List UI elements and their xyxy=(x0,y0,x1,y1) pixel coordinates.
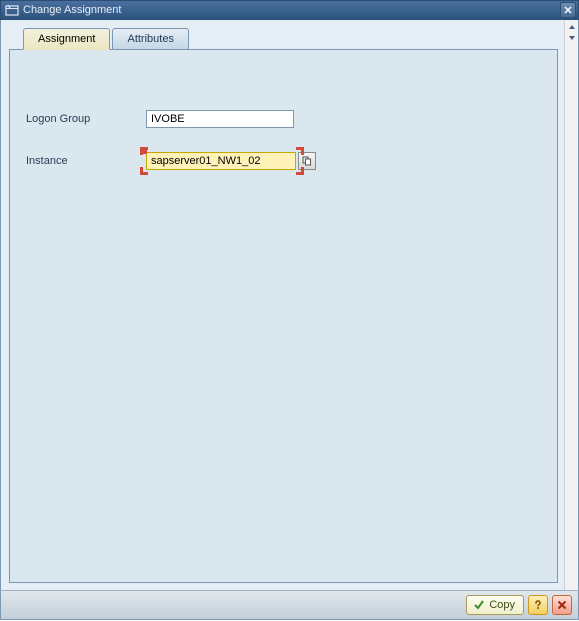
instance-input[interactable] xyxy=(146,152,296,170)
tab-attributes[interactable]: Attributes xyxy=(112,28,188,50)
change-assignment-window: Change Assignment Assignment Attributes … xyxy=(0,0,579,621)
vertical-scroll-strip xyxy=(564,20,578,590)
instance-label: Instance xyxy=(26,155,146,167)
tab-assignment[interactable]: Assignment xyxy=(23,28,110,50)
row-logon-group: Logon Group xyxy=(26,110,541,128)
copy-button[interactable]: Copy xyxy=(466,595,524,615)
close-button[interactable] xyxy=(560,2,576,18)
instance-field-wrap xyxy=(146,152,316,170)
tab-attributes-label: Attributes xyxy=(127,33,173,45)
footer-toolbar: Copy xyxy=(0,590,579,620)
window-icon xyxy=(5,3,19,17)
tab-content: Logon Group Instance xyxy=(9,49,558,583)
logon-group-label: Logon Group xyxy=(26,113,146,125)
main-panel: Assignment Attributes Logon Group Instan… xyxy=(1,20,564,590)
row-instance: Instance xyxy=(26,152,541,170)
content-area: Assignment Attributes Logon Group Instan… xyxy=(0,20,579,590)
scroll-up-button[interactable] xyxy=(567,22,577,32)
value-help-button[interactable] xyxy=(298,152,316,170)
copy-button-label: Copy xyxy=(489,599,515,611)
tab-assignment-label: Assignment xyxy=(38,33,95,45)
check-icon xyxy=(473,599,485,611)
help-icon xyxy=(532,599,544,611)
help-button[interactable] xyxy=(528,595,548,615)
tab-strip: Assignment Attributes xyxy=(23,28,558,50)
logon-group-input[interactable] xyxy=(146,110,294,128)
close-icon xyxy=(556,599,568,611)
titlebar-left: Change Assignment xyxy=(5,3,121,17)
scroll-down-button[interactable] xyxy=(567,33,577,43)
titlebar: Change Assignment xyxy=(0,0,579,20)
cancel-button[interactable] xyxy=(552,595,572,615)
window-title: Change Assignment xyxy=(23,4,121,16)
